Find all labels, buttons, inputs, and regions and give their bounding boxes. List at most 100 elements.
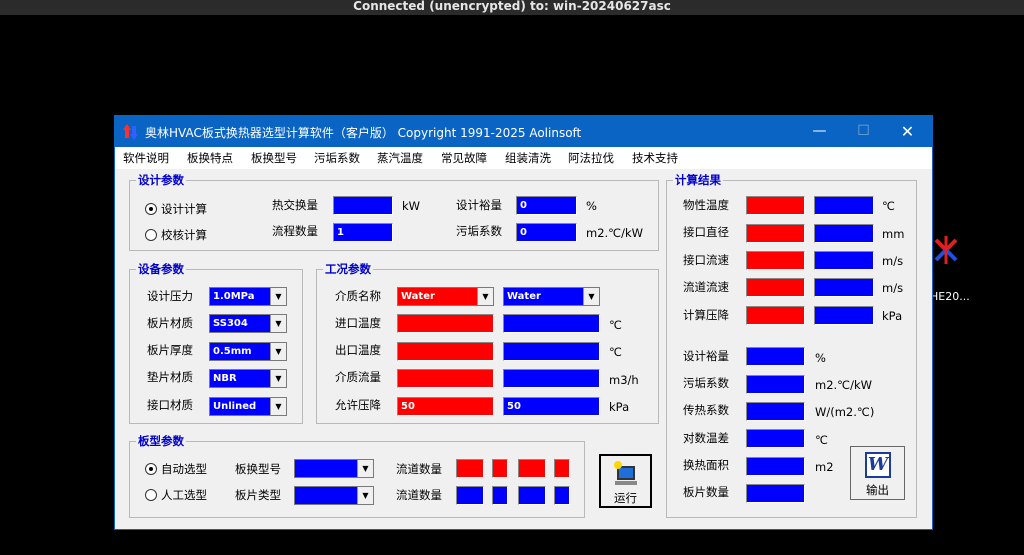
hot-inlet-temp-input[interactable] xyxy=(397,314,494,333)
cold-inlet-temp-input[interactable] xyxy=(503,314,600,333)
inlet-temp-label: 进口温度 xyxy=(335,316,381,330)
cold-outlet-temp-input[interactable] xyxy=(503,342,600,361)
menu-bar: 软件说明 板换特点 板换型号 污垢系数 蒸汽温度 常见故障 组装清洗 阿法拉伐 … xyxy=(115,147,932,169)
hot-channels-3[interactable] xyxy=(518,459,546,478)
plate-thickness-select[interactable]: 0.5mm ▼ xyxy=(209,342,287,361)
menu-cleaning[interactable]: 组装清洗 xyxy=(505,150,551,166)
property-temp-label: 物性温度 xyxy=(683,198,729,212)
chevron-down-icon[interactable]: ▼ xyxy=(357,487,373,504)
menu-alfa-laval[interactable]: 阿法拉伐 xyxy=(568,150,614,166)
chevron-down-icon[interactable]: ▼ xyxy=(357,460,373,477)
property-temp-hot xyxy=(746,196,805,215)
hot-channels-1[interactable] xyxy=(456,459,484,478)
pressure-drop-label: 允许压降 xyxy=(335,398,381,412)
port-diameter-unit: mm xyxy=(882,227,905,241)
menu-models[interactable]: 板换型号 xyxy=(251,150,297,166)
port-diameter-hot xyxy=(746,224,805,243)
hot-channels-label: 流道数量 xyxy=(396,462,442,476)
calc-pressure-drop-hot xyxy=(746,306,805,325)
working-params-group: 工况参数 介质名称 Water ▼ Water ▼ 进口温度 ℃ 出口温度 ℃ 介质… xyxy=(316,261,659,424)
result-margin-label: 设计裕量 xyxy=(683,349,729,363)
app-shortcut-icon[interactable] xyxy=(928,232,964,268)
chevron-down-icon[interactable]: ▼ xyxy=(477,288,493,305)
hot-channels-4[interactable] xyxy=(554,459,570,478)
plate-material-label: 板片材质 xyxy=(147,316,193,330)
model-select[interactable]: ▼ xyxy=(294,459,374,478)
plate-type-select[interactable]: ▼ xyxy=(294,486,374,505)
title-bar[interactable]: 奥林HVAC板式换热器选型计算软件（客户版） Copyright 1991-20… xyxy=(115,116,932,147)
port-diameter-label: 接口直径 xyxy=(683,225,729,239)
chevron-down-icon[interactable]: ▼ xyxy=(270,315,286,332)
plate-material-value: SS304 xyxy=(213,318,248,329)
design-margin-input[interactable]: 0 xyxy=(516,196,577,215)
heat-transfer-coef-value xyxy=(746,402,805,421)
vnc-status-bar: Connected (unencrypted) to: win-20240627… xyxy=(0,0,1024,15)
heat-area-unit: m2 xyxy=(815,460,834,474)
channel-velocity-unit: m/s xyxy=(882,281,904,295)
hot-flow-input[interactable] xyxy=(397,369,494,388)
chevron-down-icon[interactable]: ▼ xyxy=(270,398,286,415)
design-pressure-value: 1.0MPa xyxy=(213,291,255,302)
calc-pressure-drop-cold xyxy=(814,306,874,325)
heat-area-label: 换热面积 xyxy=(683,458,729,472)
menu-features[interactable]: 板换特点 xyxy=(187,150,233,166)
plate-params-title: 板型参数 xyxy=(136,433,186,449)
port-velocity-label: 接口流速 xyxy=(683,253,729,267)
run-button[interactable]: 运行 xyxy=(599,454,652,508)
plate-count-label: 板片数量 xyxy=(683,485,729,499)
menu-faults[interactable]: 常见故障 xyxy=(441,150,487,166)
export-button[interactable]: W 输出 xyxy=(850,446,905,500)
radio-design-calc-label: 设计计算 xyxy=(161,202,207,216)
pressure-drop-unit: kPa xyxy=(609,400,630,414)
cold-channels-2[interactable] xyxy=(492,486,508,505)
chevron-down-icon[interactable]: ▼ xyxy=(270,370,286,387)
fouling-unit: m2.℃/kW xyxy=(586,226,643,240)
design-pressure-label: 设计压力 xyxy=(147,289,193,303)
result-fouling-label: 污垢系数 xyxy=(683,376,729,390)
hot-outlet-temp-input[interactable] xyxy=(397,342,494,361)
radio-design-calc[interactable] xyxy=(145,203,157,215)
app-window: 奥林HVAC板式换热器选型计算软件（客户版） Copyright 1991-20… xyxy=(114,115,933,530)
radio-auto-select[interactable] xyxy=(145,463,157,475)
cold-flow-input[interactable] xyxy=(503,369,600,388)
hot-channels-2[interactable] xyxy=(492,459,508,478)
cold-medium-select[interactable]: Water ▼ xyxy=(503,287,600,306)
export-button-label: 输出 xyxy=(866,483,889,497)
fouling-input[interactable]: 0 xyxy=(516,223,577,242)
passes-input[interactable]: 1 xyxy=(333,223,393,242)
design-pressure-select[interactable]: 1.0MPa ▼ xyxy=(209,287,287,306)
radio-manual-select[interactable] xyxy=(145,489,157,501)
chevron-down-icon[interactable]: ▼ xyxy=(270,288,286,305)
channel-velocity-cold xyxy=(814,278,874,297)
port-material-value: Unlined xyxy=(213,401,257,412)
menu-steam-temp[interactable]: 蒸汽温度 xyxy=(377,150,423,166)
cold-channels-4[interactable] xyxy=(554,486,570,505)
port-material-select[interactable]: Unlined ▼ xyxy=(209,397,287,416)
design-params-group: 设计参数 设计计算 校核计算 热交换量 kW 流程数量 1 设计裕量 0 % 污… xyxy=(129,172,659,251)
chevron-down-icon[interactable]: ▼ xyxy=(270,343,286,360)
cold-channels-1[interactable] xyxy=(456,486,484,505)
radio-check-calc[interactable] xyxy=(145,229,157,241)
hot-pressure-drop-input[interactable]: 50 xyxy=(397,397,494,416)
chevron-down-icon[interactable]: ▼ xyxy=(583,288,599,305)
heat-load-input[interactable] xyxy=(333,196,393,215)
minimize-button[interactable]: — xyxy=(797,116,842,147)
cold-channels-3[interactable] xyxy=(518,486,546,505)
close-button[interactable]: ✕ xyxy=(885,116,930,147)
property-temp-unit: ℃ xyxy=(882,199,895,213)
gasket-material-select[interactable]: NBR ▼ xyxy=(209,369,287,388)
model-label: 板换型号 xyxy=(235,462,281,476)
heat-area-value xyxy=(746,457,805,476)
flow-label: 介质流量 xyxy=(335,370,381,384)
cold-pressure-drop-input[interactable]: 50 xyxy=(503,397,600,416)
plate-params-group: 板型参数 自动选型 人工选型 板换型号 ▼ 板片类型 ▼ 流道数量 流道数量 xyxy=(129,433,585,518)
hot-medium-select[interactable]: Water ▼ xyxy=(397,287,494,306)
menu-support[interactable]: 技术支持 xyxy=(632,150,678,166)
menu-fouling[interactable]: 污垢系数 xyxy=(314,150,360,166)
plate-material-select[interactable]: SS304 ▼ xyxy=(209,314,287,333)
design-margin-unit: % xyxy=(586,199,597,213)
menu-software-info[interactable]: 软件说明 xyxy=(123,150,169,166)
app-logo-icon xyxy=(123,124,138,140)
cold-medium-value: Water xyxy=(507,291,541,302)
result-margin-value xyxy=(746,347,805,366)
